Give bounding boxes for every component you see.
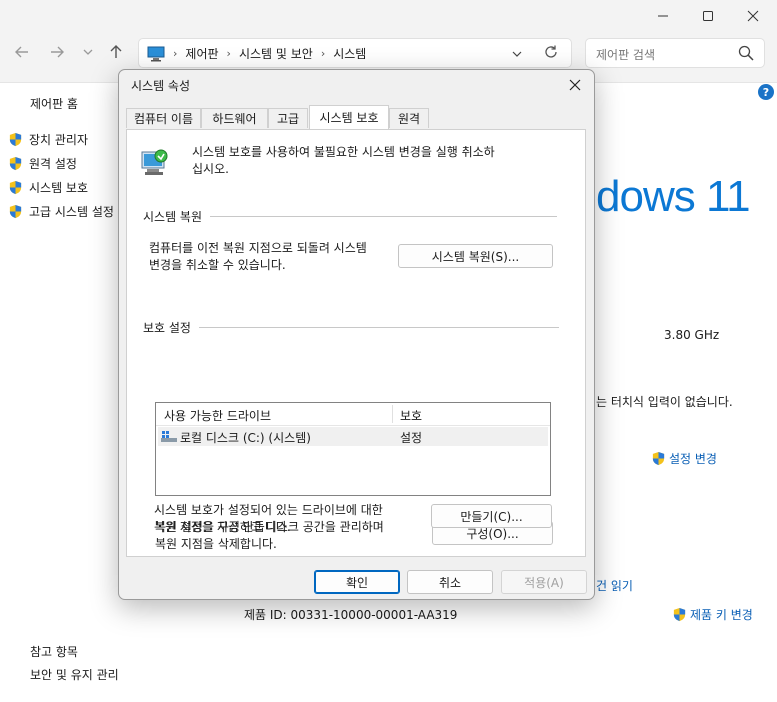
arrow-right-icon — [51, 46, 64, 58]
arrow-left-icon — [15, 46, 28, 58]
system-protection-panel: 시스템 보호를 사용하여 불필요한 시스템 변경을 실행 취소하 십시오. 시스… — [126, 129, 586, 557]
address-bar[interactable]: › 제어판 › 시스템 및 보안 › 시스템 — [138, 38, 572, 68]
windows-logo-text: dows 11 — [596, 172, 751, 221]
intro-text-line1: 시스템 보호를 사용하여 불필요한 시스템 변경을 실행 취소하 — [192, 145, 495, 159]
restore-desc-line1: 컴퓨터를 이전 복원 지점으로 되돌려 시스템 — [149, 241, 367, 255]
tab-computer-name[interactable]: 컴퓨터 이름 — [126, 108, 201, 128]
tab-system-protection[interactable]: 시스템 보호 — [309, 105, 389, 129]
drive-name: 로컬 디스크 (C:) (시스템) — [180, 431, 311, 445]
create-desc-line1: 시스템 보호가 설정되어 있는 드라이브에 대한 — [154, 503, 383, 517]
restore-desc-line2: 변경을 취소할 수 있습니다. — [149, 258, 286, 272]
up-button[interactable] — [104, 40, 128, 64]
search-icon[interactable] — [738, 45, 754, 61]
cpu-speed: 3.80 GHz — [664, 328, 720, 342]
restore-group-label: 시스템 복원 — [143, 208, 211, 225]
search-placeholder: 제어판 검색 — [596, 48, 656, 62]
back-button[interactable] — [10, 40, 34, 64]
drive-icon — [161, 431, 177, 442]
protection-group-line — [143, 327, 559, 328]
system-protection-icon — [141, 149, 168, 175]
refresh-icon — [545, 45, 557, 58]
recent-locations-button[interactable] — [76, 40, 100, 64]
forward-button[interactable] — [45, 40, 69, 64]
sidebar-item-remote-settings[interactable]: 원격 설정 — [8, 155, 77, 172]
chevron-down-icon[interactable] — [511, 48, 523, 60]
see-also-security-maintenance-link[interactable]: 보안 및 유지 관리 — [30, 666, 119, 683]
cancel-button[interactable]: 취소 — [407, 570, 493, 594]
sidebar-item-device-manager[interactable]: 장치 관리자 — [8, 131, 88, 148]
shield-icon — [652, 451, 665, 466]
drive-protection: 설정 — [400, 431, 423, 445]
column-protection[interactable]: 보호 — [400, 407, 422, 424]
see-also-title: 참고 항목 — [30, 645, 78, 659]
chevron-down-icon — [83, 49, 93, 55]
apply-button[interactable]: 적용(A) — [501, 570, 587, 594]
system-restore-button[interactable]: 시스템 복원(S)... — [398, 244, 553, 268]
dialog-close-button[interactable] — [562, 73, 588, 97]
read-terms-link[interactable]: 건 읽기 — [596, 577, 633, 594]
shield-icon — [673, 607, 686, 622]
search-box[interactable]: 제어판 검색 — [585, 38, 765, 68]
shield-icon — [9, 132, 22, 147]
maximize-icon — [703, 11, 713, 21]
help-button[interactable]: ? — [758, 84, 774, 100]
breadcrumb-system-security[interactable]: 시스템 및 보안 — [239, 45, 313, 62]
breadcrumb-separator: › — [226, 47, 231, 60]
change-settings-link[interactable]: 설정 변경 — [651, 450, 717, 467]
breadcrumb-separator: › — [173, 47, 178, 60]
breadcrumb-separator: › — [320, 47, 326, 60]
close-window-button[interactable] — [730, 4, 776, 28]
drive-list[interactable]: 사용 가능한 드라이브 보호 로컬 디스크 (C:) (시스템) 설정 — [155, 402, 551, 496]
sidebar-item-advanced-settings[interactable]: 고급 시스템 설정 — [8, 203, 114, 220]
breadcrumb-system[interactable]: 시스템 — [333, 45, 366, 62]
shield-icon — [9, 180, 22, 195]
control-panel-home-link[interactable]: 제어판 홈 — [30, 95, 78, 112]
tab-remote[interactable]: 원격 — [389, 108, 429, 128]
configure-desc-line2: 복원 지점을 삭제합니다. — [155, 537, 277, 551]
shield-icon — [9, 204, 22, 219]
create-button[interactable]: 만들기(C)... — [431, 504, 552, 528]
shield-icon — [9, 156, 22, 171]
computer-icon — [147, 46, 165, 61]
refresh-button[interactable] — [543, 44, 559, 63]
close-icon — [569, 79, 581, 91]
create-desc-line2: 복원 지점을 지금 만듭니다. — [154, 520, 291, 534]
breadcrumb-control-panel[interactable]: 제어판 — [185, 45, 218, 62]
column-divider — [392, 405, 393, 423]
drive-list-header: 사용 가능한 드라이브 보호 — [156, 403, 550, 426]
touch-input-text: 는 터치식 입력이 없습니다. — [596, 395, 733, 409]
intro-text-line2: 십시오. — [192, 162, 229, 176]
protection-group-label: 보호 설정 — [143, 319, 199, 336]
tab-advanced[interactable]: 고급 — [268, 108, 308, 128]
change-product-key-link[interactable]: 제품 키 변경 — [672, 606, 753, 623]
sidebar-item-system-protection[interactable]: 시스템 보호 — [8, 179, 88, 196]
system-properties-dialog: 시스템 속성 컴퓨터 이름 하드웨어 고급 시스템 보호 원격 시스템 보호를 … — [118, 69, 595, 600]
column-available-drives[interactable]: 사용 가능한 드라이브 — [164, 407, 271, 424]
ok-button[interactable]: 확인 — [314, 570, 400, 594]
tab-hardware[interactable]: 하드웨어 — [201, 108, 268, 128]
minimize-icon — [658, 15, 668, 17]
minimize-button[interactable] — [640, 4, 686, 28]
product-id: 제품 ID: 00331-10000-00001-AA319 — [244, 608, 458, 622]
arrow-up-icon — [110, 45, 122, 58]
dialog-title: 시스템 속성 — [131, 79, 191, 93]
close-icon — [747, 10, 759, 22]
table-row[interactable]: 로컬 디스크 (C:) (시스템) 설정 — [158, 427, 548, 446]
maximize-button[interactable] — [685, 4, 731, 28]
